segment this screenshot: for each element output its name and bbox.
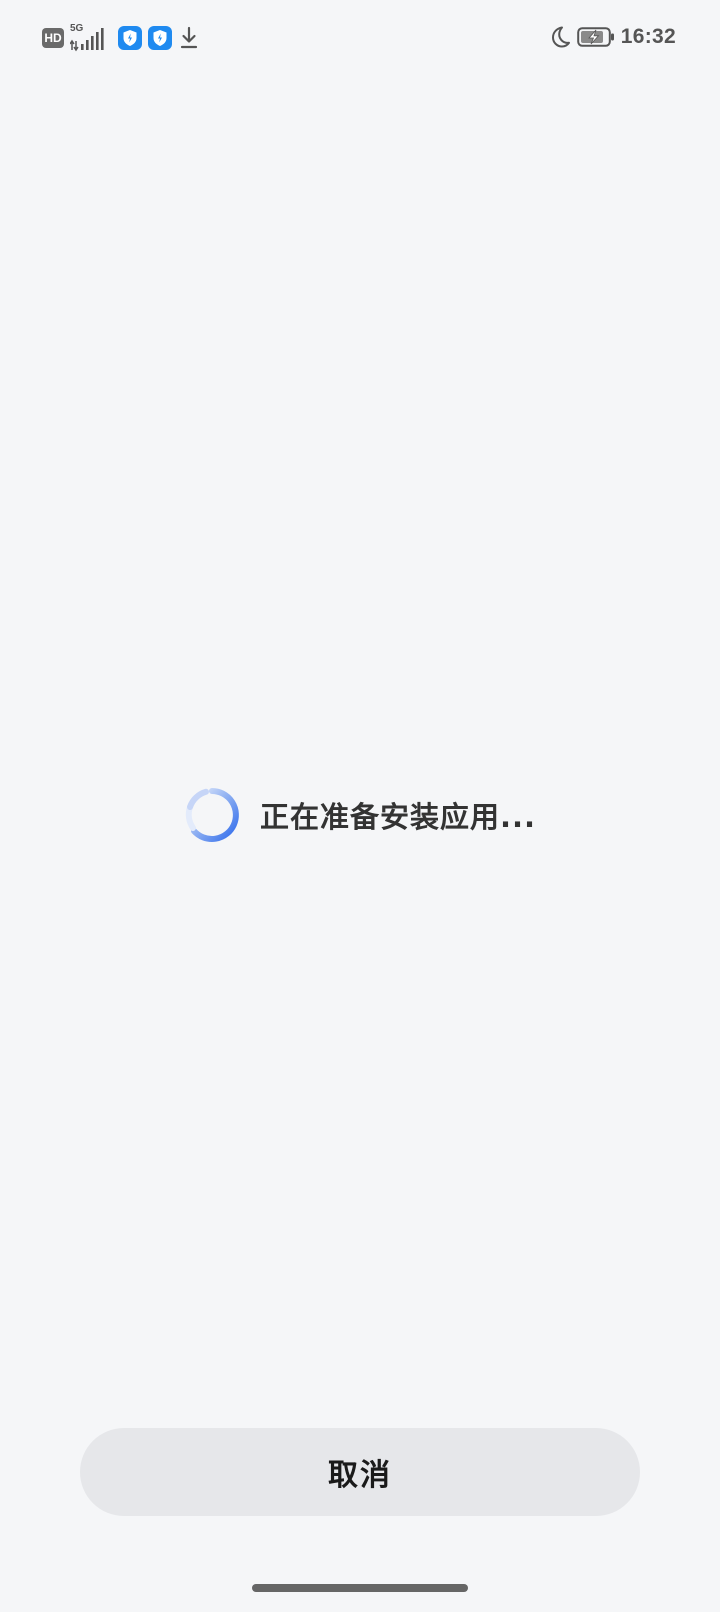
- download-icon: [180, 26, 198, 49]
- app-shield-icon: [148, 26, 172, 50]
- loading-spinner-icon: [185, 788, 239, 842]
- cancel-button-label: 取消: [328, 1459, 392, 1492]
- moon-icon: [551, 26, 570, 48]
- cancel-button[interactable]: 取消: [80, 1428, 640, 1516]
- status-bar: HD 5G 16:32: [0, 0, 720, 74]
- battery-charging-icon: [576, 27, 614, 47]
- status-bar-right: 16:32: [549, 22, 676, 52]
- signal-icon: 5G: [70, 23, 106, 52]
- loading-status-text: 正在准备安装应用...: [259, 800, 537, 834]
- status-bar-left: HD 5G: [42, 23, 198, 52]
- hd-icon: HD: [42, 28, 64, 48]
- loading-indicator: 正在准备安装应用...: [0, 785, 720, 845]
- app-shield-icon: [118, 26, 142, 50]
- install-screen: HD 5G 16:32 正在准备安装应用... 取消: [0, 0, 720, 1612]
- signal-bars-icon: [70, 28, 104, 52]
- status-time: 16:32: [620, 25, 676, 48]
- home-indicator[interactable]: [252, 1584, 468, 1592]
